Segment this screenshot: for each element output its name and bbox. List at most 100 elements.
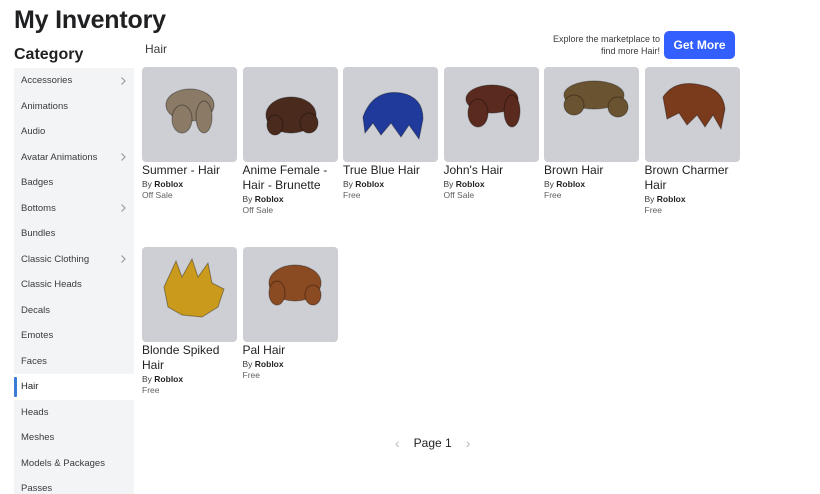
item-card[interactable]: Brown Charmer Hair By Roblox Free	[644, 67, 740, 216]
category-item-emotes[interactable]: Emotes	[14, 323, 134, 349]
item-creator-name[interactable]: Roblox	[255, 359, 284, 369]
category-item-label: Decals	[21, 304, 51, 316]
item-name[interactable]: John's Hair	[444, 163, 539, 178]
item-creator: By Roblox	[343, 179, 438, 190]
item-card[interactable]: John's Hair By Roblox Off Sale	[443, 67, 539, 201]
chevron-right-icon	[118, 76, 128, 86]
item-creator-name[interactable]: Roblox	[355, 179, 384, 189]
item-creator-prefix: By	[142, 179, 152, 189]
item-creator: By Roblox	[243, 194, 338, 205]
chevron-right-icon	[118, 152, 128, 162]
item-creator-prefix: By	[644, 194, 655, 204]
page-title: My Inventory	[14, 6, 166, 34]
category-item-meshes[interactable]: Meshes	[14, 425, 134, 451]
item-card[interactable]: Anime Female - Hair - Brunette By Roblox O…	[242, 67, 338, 216]
item-card[interactable]: Summer - Hair By Roblox Off Sale	[142, 67, 237, 201]
item-price: Free	[343, 190, 361, 200]
category-item-label: Faces	[21, 355, 47, 367]
category-item-hair[interactable]: Hair	[14, 374, 134, 400]
item-creator-name[interactable]: Roblox	[456, 179, 485, 189]
promo-line-2: find more Hair!	[600, 46, 660, 56]
item-creator-name[interactable]: Roblox	[154, 374, 183, 384]
category-item-models-packages[interactable]: Models & Packages	[14, 451, 134, 477]
hair-thumbnail-image	[165, 88, 215, 134]
item-creator-name[interactable]: Roblox	[154, 179, 183, 189]
item-creator-name[interactable]: Roblox	[657, 194, 686, 204]
item-price: Free	[242, 370, 260, 380]
category-item-badges[interactable]: Badges	[14, 170, 134, 196]
subcategory-label: Hair	[145, 42, 168, 56]
hair-thumbnail-image	[661, 83, 726, 131]
item-name[interactable]: Blonde Spiked Hair	[142, 343, 237, 373]
item-thumbnail[interactable]	[644, 67, 740, 162]
item-creator-prefix: By	[242, 194, 253, 204]
item-name[interactable]: Brown Charmer Hair	[645, 163, 740, 193]
item-thumbnail[interactable]	[142, 67, 237, 162]
chevron-right-icon	[118, 203, 128, 213]
item-price: Free	[544, 190, 562, 200]
category-item-avatar-animations[interactable]: Avatar Animations	[14, 145, 134, 171]
promo-text: Explore the marketplace to find more Hai…	[520, 33, 660, 57]
item-price: Off Sale	[443, 190, 475, 200]
item-thumbnail[interactable]	[242, 247, 338, 342]
hair-thumbnail-image	[465, 84, 520, 128]
item-thumbnail[interactable]	[142, 247, 237, 342]
category-item-classic-heads[interactable]: Classic Heads	[14, 272, 134, 298]
category-item-bundles[interactable]: Bundles	[14, 221, 134, 247]
category-item-audio[interactable]: Audio	[14, 119, 134, 145]
hair-thumbnail-image	[362, 92, 424, 141]
category-item-label: Models & Packages	[21, 457, 105, 469]
item-creator-prefix: By	[242, 359, 253, 369]
category-item-classic-clothing[interactable]: Classic Clothing	[14, 247, 134, 273]
item-thumbnail[interactable]	[443, 67, 539, 162]
item-price: Free	[644, 205, 662, 215]
page-label: Page 1	[413, 436, 452, 450]
item-thumbnail[interactable]	[242, 67, 338, 162]
item-card[interactable]: True Blue Hair By Roblox Free	[343, 67, 438, 201]
category-item-label: Heads	[21, 406, 49, 418]
category-item-animations[interactable]: Animations	[14, 94, 134, 120]
category-item-label: Animations	[21, 100, 68, 112]
category-item-heads[interactable]: Heads	[14, 400, 134, 426]
item-card[interactable]: Blonde Spiked Hair By Roblox Free	[142, 247, 237, 396]
category-item-label: Avatar Animations	[21, 151, 98, 163]
category-item-label: Bundles	[21, 228, 56, 240]
category-item-label: Bottoms	[21, 202, 56, 214]
category-item-label: Hair	[21, 381, 39, 393]
item-name[interactable]: Pal Hair	[243, 343, 338, 358]
category-heading: Category	[14, 46, 84, 63]
pagination: ‹ Page 1 ›	[395, 435, 470, 451]
item-price: Off Sale	[142, 190, 173, 200]
category-item-label: Passes	[21, 483, 53, 494]
item-creator-name[interactable]: Roblox	[255, 194, 284, 204]
item-card[interactable]: Brown Hair By Roblox Free	[544, 67, 639, 201]
item-price: Off Sale	[242, 205, 274, 215]
item-name[interactable]: True Blue Hair	[343, 163, 438, 178]
item-name[interactable]: Brown Hair	[544, 163, 639, 178]
category-item-passes[interactable]: Passes	[14, 476, 134, 494]
item-creator: By Roblox	[142, 374, 237, 385]
category-item-faces[interactable]: Faces	[14, 349, 134, 375]
get-more-button[interactable]: Get More	[664, 31, 735, 59]
item-creator-prefix: By	[142, 374, 152, 384]
item-name[interactable]: Summer - Hair	[142, 163, 237, 178]
item-name[interactable]: Anime Female - Hair - Brunette	[243, 163, 338, 193]
promo-line-1: Explore the marketplace to	[552, 34, 660, 44]
item-thumbnail[interactable]	[343, 67, 438, 162]
item-creator: By Roblox	[142, 179, 237, 190]
category-item-accessories[interactable]: Accessories	[14, 68, 134, 94]
item-card[interactable]: Pal Hair By Roblox Free	[242, 247, 338, 381]
category-item-label: Badges	[21, 177, 54, 189]
category-item-bottoms[interactable]: Bottoms	[14, 196, 134, 222]
item-creator-name[interactable]: Roblox	[556, 179, 585, 189]
category-item-decals[interactable]: Decals	[14, 298, 134, 324]
category-item-label: Classic Clothing	[21, 253, 90, 265]
item-thumbnail[interactable]	[544, 67, 639, 162]
hair-thumbnail-image	[563, 80, 629, 118]
item-creator: By Roblox	[645, 194, 740, 205]
category-item-label: Classic Heads	[21, 279, 82, 291]
prev-page-icon[interactable]: ‹	[395, 435, 400, 451]
category-item-label: Accessories	[21, 75, 73, 87]
next-page-icon[interactable]: ›	[466, 435, 471, 451]
category-sidebar: Accessories Animations Audio Avatar Animati…	[14, 68, 134, 494]
